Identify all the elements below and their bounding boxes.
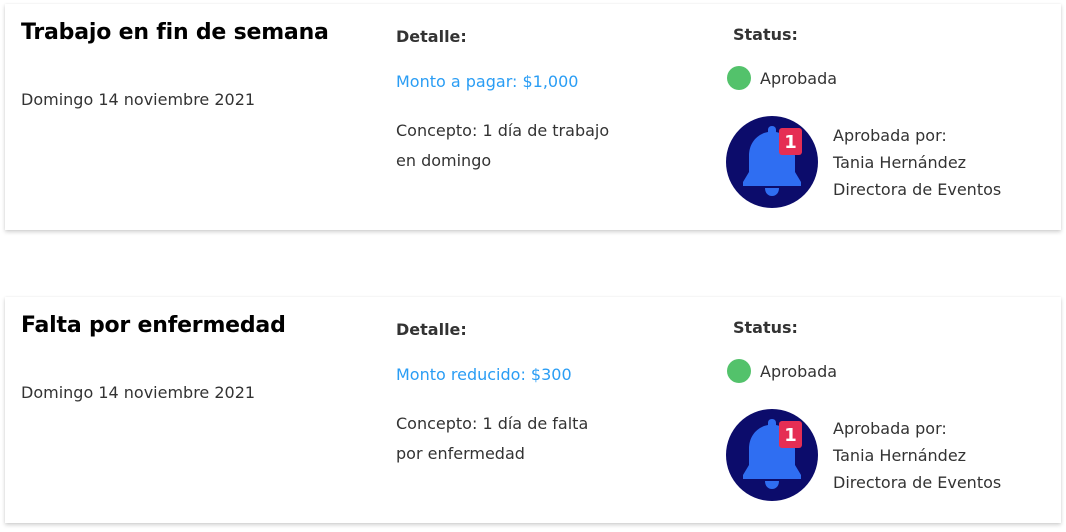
approver-info: Aprobada por: Tania Hernández Directora … bbox=[833, 122, 1001, 203]
amount-text: Monto reducido: $300 bbox=[396, 365, 572, 384]
approver-avatar: 1 bbox=[726, 409, 818, 501]
concept-line: por enfermedad bbox=[396, 444, 525, 463]
approver-avatar: 1 bbox=[726, 116, 818, 208]
approver-role: Directora de Eventos bbox=[833, 473, 1002, 492]
status-heading: Status: bbox=[733, 25, 798, 44]
status-indicator: Aprobada bbox=[727, 359, 837, 383]
approver-info: Aprobada por: Tania Hernández Directora … bbox=[833, 415, 1001, 496]
request-date: Domingo 14 noviembre 2021 bbox=[21, 90, 256, 109]
concept-text: Concepto: 1 día de falta por enfermedad bbox=[396, 409, 646, 469]
request-card[interactable]: Trabajo en fin de semana Domingo 14 novi… bbox=[5, 4, 1061, 230]
approver-name: Tania Hernández bbox=[833, 446, 967, 465]
approver-role: Directora de Eventos bbox=[833, 180, 1002, 199]
request-title: Falta por enfermedad bbox=[21, 313, 286, 338]
detail-heading: Detalle: bbox=[396, 320, 467, 339]
request-card[interactable]: Falta por enfermedad Domingo 14 noviembr… bbox=[5, 297, 1061, 523]
status-label: Aprobada bbox=[760, 361, 838, 381]
approver-name: Tania Hernández bbox=[833, 153, 967, 172]
status-label: Aprobada bbox=[760, 68, 838, 88]
bell-notification-icon: 1 bbox=[726, 116, 818, 208]
bell-notification-icon: 1 bbox=[726, 409, 818, 501]
status-dot-icon bbox=[727, 66, 751, 90]
request-date: Domingo 14 noviembre 2021 bbox=[21, 383, 256, 402]
status-heading: Status: bbox=[733, 318, 798, 337]
concept-text: Concepto: 1 día de trabajo en domingo bbox=[396, 116, 646, 176]
concept-line: Concepto: 1 día de falta bbox=[396, 414, 589, 433]
approver-label: Aprobada por: bbox=[833, 126, 947, 145]
notification-badge-count: 1 bbox=[784, 425, 797, 446]
status-dot-icon bbox=[727, 359, 751, 383]
notification-badge-count: 1 bbox=[784, 132, 797, 153]
amount-text: Monto a pagar: $1,000 bbox=[396, 72, 579, 91]
concept-line: en domingo bbox=[396, 151, 492, 170]
concept-line: Concepto: 1 día de trabajo bbox=[396, 121, 610, 140]
status-indicator: Aprobada bbox=[727, 66, 837, 90]
request-title: Trabajo en fin de semana bbox=[21, 20, 329, 45]
approver-label: Aprobada por: bbox=[833, 419, 947, 438]
detail-heading: Detalle: bbox=[396, 27, 467, 46]
